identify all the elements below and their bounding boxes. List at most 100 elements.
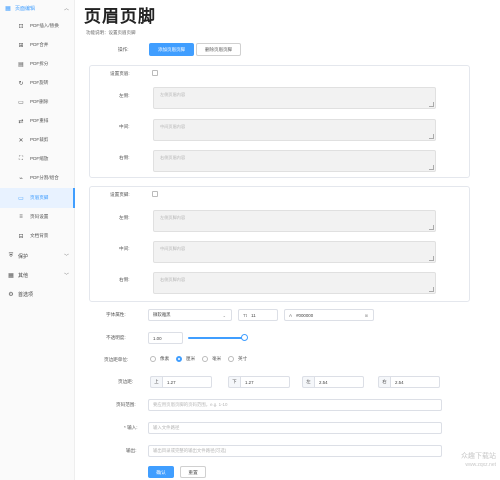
confirm-button[interactable]: 确认 (148, 466, 174, 478)
sidebar-item-pdf-rotate[interactable]: ↻ PDF旋转 (0, 73, 75, 93)
sidebar-item-pdf-split-combine[interactable]: ⌁ PDF分割/组合 (0, 168, 75, 188)
sidebar-item-pdf-reorder[interactable]: ⇄ PDF重排 (0, 111, 75, 131)
radio-circle (150, 356, 156, 362)
margin-top-label: 上 (150, 376, 162, 388)
sidebar-item-label: PDF拆分 (30, 61, 49, 66)
unit-radio-pixel[interactable]: 像素 (150, 356, 169, 362)
font-color-input[interactable]: A #000000 ⊞ (284, 309, 374, 321)
tab-delete-header-footer[interactable]: 删除页眉页脚 (196, 43, 241, 56)
sidebar-item-label: PDF分割/组合 (30, 175, 59, 180)
tab-add-header-footer[interactable]: 添加页眉页脚 (149, 43, 194, 56)
page-title: 页眉页脚 (84, 7, 156, 26)
footer-center-input[interactable]: 中间页脚内容 (153, 241, 436, 263)
font-size-input[interactable]: Tt 11 (238, 309, 278, 321)
color-picker-icon[interactable]: ⊞ (365, 313, 368, 318)
header-footer-icon: ▭ (18, 195, 24, 202)
sidebar-item-settings[interactable]: ⚙ 首选项 (0, 285, 75, 303)
sidebar-group-label: 其他 (18, 272, 29, 279)
grid-icon: ▦ (5, 5, 11, 12)
font-family-select[interactable]: 微软雅黑 ⌄ (148, 309, 232, 321)
function-description: 功能说明：设置页眉页脚 (86, 30, 136, 35)
sidebar-item-pdf-split[interactable]: ▤ PDF拆分 (0, 54, 75, 74)
header-left-label: 左侧: (119, 93, 130, 98)
input-label: * 输入: (124, 425, 138, 430)
set-header-label: 设置页眉: (110, 71, 130, 76)
other-icon: ▦ (8, 272, 14, 279)
sidebar-item-page-number[interactable]: ≡ 页码设置 (0, 207, 75, 227)
sidebar-item-pdf-insert[interactable]: ⊡ PDF插入/替换 (0, 16, 75, 36)
chevron-down-icon: ﹀ (63, 272, 69, 279)
sidebar-group-label: 页面编辑 (15, 5, 36, 12)
split-icon: ▤ (18, 61, 24, 68)
page-range-label: 页码范围: (116, 402, 136, 407)
font-color-value: #000000 (296, 312, 314, 318)
sidebar-group-other[interactable]: ▦ 其他 ﹀ (0, 266, 75, 284)
set-footer-checkbox[interactable] (152, 191, 158, 197)
margin-left-input[interactable]: 2.54 (314, 376, 364, 388)
margin-unit-label: 页边距单位: (104, 357, 129, 362)
footer-left-label: 左侧: (119, 215, 130, 220)
chevron-up-icon: ︿ (63, 5, 69, 12)
sidebar-item-label: PDF裁剪 (30, 137, 49, 142)
sidebar-item-label: PDF删除 (30, 99, 49, 104)
margin-right-input[interactable]: 2.54 (390, 376, 440, 388)
output-path-field[interactable]: 输出目录或完整的输出文件路径(可选) (148, 445, 442, 457)
input-path-field[interactable]: 输入文件路径 (148, 422, 442, 434)
margin-top-input[interactable]: 1.27 (162, 376, 212, 388)
footer-left-input[interactable]: 左侧页脚内容 (153, 210, 436, 232)
unit-option-label: 厘米 (186, 356, 196, 361)
sidebar-item-label: 首选项 (18, 291, 34, 298)
sidebar-item-label: PDF合并 (30, 42, 49, 47)
unit-radio-mm[interactable]: 毫米 (202, 356, 221, 362)
chevron-down-icon: ⌄ (222, 312, 226, 318)
opacity-input[interactable]: 1.00 (148, 332, 183, 344)
header-right-label: 右侧: (119, 155, 130, 160)
header-right-input[interactable]: 右侧页眉内容 (153, 150, 436, 172)
watermark-title: 众趣下载站 (461, 453, 496, 460)
operation-label: 操作: (118, 47, 129, 52)
unit-option-label: 像素 (160, 356, 170, 361)
sidebar-item-background[interactable]: ⊟ 文档背景 (0, 226, 75, 246)
rotate-icon: ↻ (18, 80, 24, 87)
footer-right-input[interactable]: 右侧页脚内容 (153, 272, 436, 294)
footer-center-label: 中间: (119, 246, 130, 251)
set-header-checkbox[interactable] (152, 70, 158, 76)
radio-circle (176, 356, 182, 362)
scale-icon: ⛶ (18, 155, 24, 162)
sidebar-item-label: PDF重排 (30, 118, 49, 123)
font-properties-label: 字体属性: (106, 312, 126, 317)
reset-button[interactable]: 重置 (180, 466, 206, 478)
sidebar-item-pdf-delete[interactable]: ▭ PDF删除 (0, 92, 75, 112)
crop-icon: ✕ (18, 137, 24, 144)
sidebar-group-protect[interactable]: ⛨ 保护 ﹀ (0, 247, 75, 265)
font-size-icon: Tt (243, 312, 248, 318)
background-icon: ⊟ (18, 233, 24, 240)
unit-option-label: 毫米 (212, 356, 222, 361)
unit-radio-cm[interactable]: 厘米 (176, 356, 195, 362)
margins-label: 页边距: (118, 379, 134, 384)
header-center-input[interactable]: 中间页眉内容 (153, 119, 436, 141)
sidebar-item-header-footer[interactable]: ▭ 页眉页脚 (0, 188, 75, 208)
margin-bottom-input[interactable]: 1.27 (240, 376, 290, 388)
sidebar-item-label: PDF旋转 (30, 80, 49, 85)
header-settings-card: 设置页眉: 左侧: 左侧页眉内容 中间: 中间页眉内容 右侧: 右侧页眉内容 (89, 65, 470, 178)
watermark: 众趣下载站 www.zqxz.net (461, 452, 496, 470)
sidebar-item-label: 页眉页脚 (30, 195, 49, 200)
header-left-input[interactable]: 左侧页眉内容 (153, 87, 436, 109)
unit-radio-inch[interactable]: 英寸 (228, 356, 247, 362)
sidebar-item-pdf-crop[interactable]: ✕ PDF裁剪 (0, 130, 75, 150)
sidebar-group-page-edit[interactable]: ▦ 页面编辑 ︿ (0, 0, 75, 16)
margin-bottom-label: 下 (228, 376, 240, 388)
reorder-icon: ⇄ (18, 118, 24, 125)
sidebar-item-pdf-scale[interactable]: ⛶ PDF缩放 (0, 149, 75, 169)
opacity-slider-handle[interactable] (241, 334, 248, 341)
opacity-slider-track[interactable] (188, 337, 244, 339)
sidebar-item-label: PDF缩放 (30, 156, 49, 161)
page-range-input[interactable]: 要应用页眉页脚的页码范围，e.g. 1-10 (148, 399, 442, 411)
header-center-label: 中间: (119, 124, 130, 129)
radio-circle (202, 356, 208, 362)
sidebar-item-pdf-merge[interactable]: ⊞ PDF合并 (0, 35, 75, 55)
gear-icon: ⚙ (8, 291, 14, 298)
sidebar-item-label: PDF插入/替换 (30, 23, 59, 28)
opacity-label: 不透明度: (106, 335, 126, 340)
